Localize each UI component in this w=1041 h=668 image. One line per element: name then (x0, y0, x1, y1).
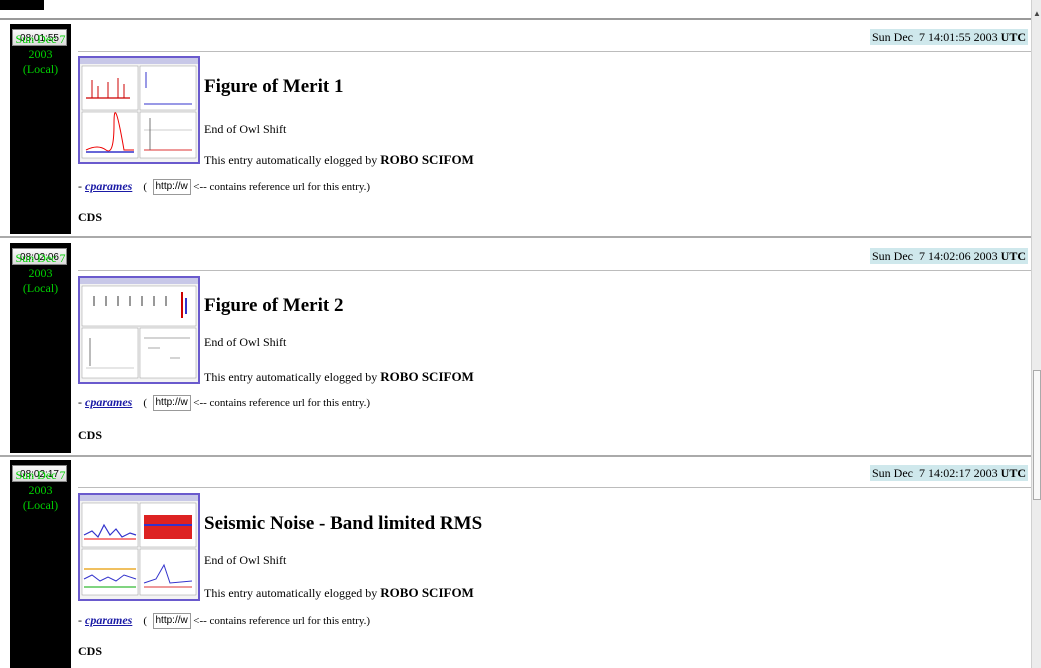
utc-timestamp: Sun Dec 7 14:02:17 2003 UTC (869, 465, 1028, 481)
ref-note: <-- contains reference url for this entr… (193, 397, 371, 409)
auto-author: ROBO SCIFOM (380, 585, 474, 600)
utc-timestamp: Sun Dec 7 14:02:06 2003 UTC (869, 248, 1028, 264)
local-date-label: (Local) (22, 281, 59, 295)
reference-url-input[interactable] (152, 395, 191, 412)
elog-page: 08:01:55 Sun Dec 7 2003 (Local) Sun Dec … (0, 0, 1031, 668)
ref-open-paren: ( (143, 181, 147, 193)
auto-author: ROBO SCIFOM (380, 369, 474, 384)
entry-separator (0, 455, 1031, 457)
ref-note: <-- contains reference url for this entr… (193, 615, 371, 627)
entry-subtitle: End of Owl Shift (204, 335, 287, 349)
entry-thumbnail[interactable] (78, 56, 200, 164)
ref-author-link[interactable]: cparames (85, 395, 132, 409)
entry-thumbnail[interactable] (78, 276, 200, 384)
local-date: Sun Dec 7 2003 (Local) (10, 251, 71, 296)
auto-text: This entry automatically elogged by (204, 586, 381, 600)
ref-open-paren: ( (143, 397, 147, 409)
log-entry: 08:02:06 Sun Dec 7 2003 (Local) Sun Dec … (0, 243, 1031, 453)
auto-text: This entry automatically elogged by (204, 370, 381, 384)
plot-thumbnail-image (80, 495, 198, 596)
entry-title: Figure of Merit 1 (204, 76, 344, 97)
log-entry: 08:02:17 Sun Dec 7 2003 (Local) Sun Dec … (0, 460, 1031, 668)
entry-header-line (78, 270, 1031, 271)
local-date: Sun Dec 7 2003 (Local) (10, 32, 71, 77)
entry-separator (0, 236, 1031, 238)
utc-label: UTC (1000, 466, 1026, 480)
entry-header-line (78, 51, 1031, 52)
scroll-up-arrow-icon[interactable]: ▲ (1033, 10, 1041, 18)
ref-note: <-- contains reference url for this entr… (193, 181, 371, 193)
plot-thumbnail-image (80, 278, 198, 379)
vertical-scrollbar[interactable]: ▲ (1031, 0, 1041, 668)
entry-header-line (78, 487, 1031, 488)
utc-date: Sun Dec 7 14:01:55 2003 (871, 30, 1001, 44)
auto-author: ROBO SCIFOM (380, 152, 474, 167)
entry-auto-note: This entry automatically elogged by ROBO… (204, 585, 474, 601)
reference-url-input[interactable] (152, 179, 191, 196)
utc-timestamp: Sun Dec 7 14:01:55 2003 UTC (869, 29, 1028, 45)
local-date-day: Sun Dec 7 (15, 32, 66, 46)
reference-row: - cparames ( <-- contains reference url … (78, 610, 370, 630)
reference-row: - cparames ( <-- contains reference url … (78, 176, 370, 196)
ref-dash: - (78, 395, 85, 409)
local-date-year: 2003 (28, 483, 53, 497)
local-date-year: 2003 (28, 266, 53, 280)
entry-group: CDS (78, 644, 103, 658)
local-date-label: (Local) (22, 498, 59, 512)
local-date-day: Sun Dec 7 (15, 468, 66, 482)
scrollbar-thumb[interactable] (1033, 370, 1041, 500)
utc-date: Sun Dec 7 14:02:17 2003 (871, 466, 1001, 480)
ref-dash: - (78, 613, 85, 627)
local-date: Sun Dec 7 2003 (Local) (10, 468, 71, 513)
entry-auto-note: This entry automatically elogged by ROBO… (204, 369, 474, 385)
ref-open-paren: ( (143, 615, 147, 627)
local-date-label: (Local) (22, 62, 59, 76)
top-separator (0, 18, 1031, 20)
log-entry: 08:01:55 Sun Dec 7 2003 (Local) Sun Dec … (0, 24, 1031, 234)
entry-title: Figure of Merit 2 (204, 295, 344, 316)
ref-author-link[interactable]: cparames (85, 613, 132, 627)
top-black-bar (0, 0, 44, 10)
utc-label: UTC (1000, 30, 1026, 44)
local-date-day: Sun Dec 7 (15, 251, 66, 265)
ref-dash: - (78, 179, 85, 193)
entry-subtitle: End of Owl Shift (204, 122, 287, 136)
reference-url-input[interactable] (152, 613, 191, 630)
entry-thumbnail[interactable] (78, 493, 200, 601)
auto-text: This entry automatically elogged by (204, 153, 381, 167)
plot-thumbnail-image (80, 58, 198, 159)
reference-row: - cparames ( <-- contains reference url … (78, 392, 370, 412)
entry-title: Seismic Noise - Band limited RMS (204, 513, 483, 534)
entry-group: CDS (78, 210, 103, 224)
entry-group: CDS (78, 428, 103, 442)
ref-author-link[interactable]: cparames (85, 179, 132, 193)
utc-date: Sun Dec 7 14:02:06 2003 (871, 249, 1001, 263)
entry-subtitle: End of Owl Shift (204, 553, 287, 567)
local-date-year: 2003 (28, 47, 53, 61)
entry-auto-note: This entry automatically elogged by ROBO… (204, 152, 474, 168)
utc-label: UTC (1000, 249, 1026, 263)
